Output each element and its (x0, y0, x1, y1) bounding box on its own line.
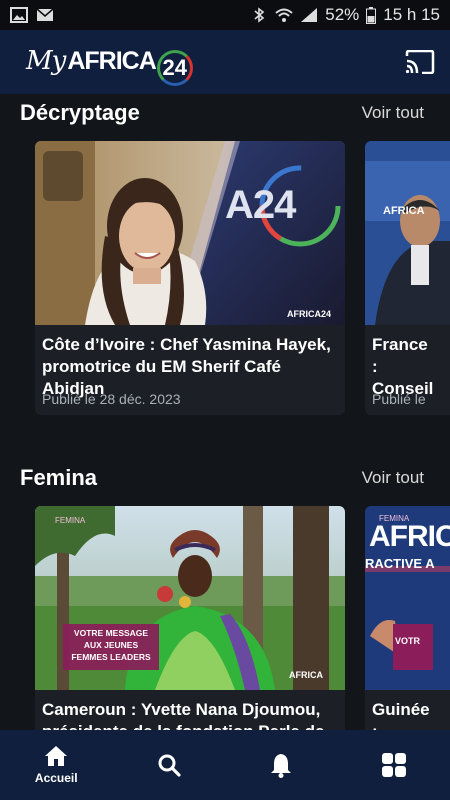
watermark: AFRICA (383, 205, 425, 217)
thumbnail-subheading: RACTIVE A (365, 556, 435, 571)
app-header: My AFRICA 24 (0, 30, 450, 94)
status-notifications (10, 7, 54, 23)
video-thumbnail: FEMINA AFRIC RACTIVE A VOTR (365, 506, 450, 690)
mail-notification-icon (36, 8, 54, 21)
signal-icon (301, 8, 318, 22)
section-decryptage: Décryptage Voir tout A24 AFRICA24 Côte d… (0, 94, 450, 434)
bluetooth-icon (254, 7, 265, 23)
watermark: AFRICA24 (286, 309, 331, 319)
see-all-link[interactable]: Voir tout (362, 468, 424, 488)
see-all-link[interactable]: Voir tout (362, 103, 424, 123)
video-thumbnail: A24 AFRICA24 (35, 141, 345, 325)
nav-notifications[interactable] (225, 730, 338, 800)
logo-my: My (26, 46, 66, 76)
nav-home[interactable]: Accueil (0, 730, 113, 800)
section-femina: Femina Voir tout FEMINA VOTRE MESSAGE AU… (0, 459, 450, 780)
cast-icon (405, 50, 435, 74)
bell-icon (271, 754, 292, 778)
thumbnail-image (365, 141, 450, 325)
search-icon (158, 754, 181, 777)
image-notification-icon (10, 7, 28, 23)
thumbnail-overlay-text: VOTR (395, 636, 421, 646)
myafrica24-logo[interactable]: My AFRICA 24 (26, 44, 193, 86)
logo-24: 24 (156, 50, 193, 86)
bottom-navigation: Accueil (0, 730, 450, 800)
video-card[interactable]: AFRICA France : Conseil Publié le (365, 141, 450, 415)
femina-tag: FEMINA (55, 516, 86, 525)
wifi-icon (275, 8, 293, 22)
home-icon (45, 746, 68, 766)
video-thumbnail: AFRICA (365, 141, 450, 325)
cast-button[interactable] (404, 48, 436, 76)
section-title: Femina (20, 465, 98, 490)
status-bar: 52% 15 h 15 (0, 0, 450, 30)
video-card[interactable]: A24 AFRICA24 Côte d’Ivoire : Chef Yasmin… (35, 141, 345, 415)
nav-home-label: Accueil (34, 771, 78, 785)
thumbnail-overlay-text: VOTRE MESSAGE AUX JEUNES FEMMES LEADERS (71, 628, 151, 662)
battery-icon (366, 6, 377, 24)
clock: 15 h 15 (383, 5, 440, 24)
nav-menu[interactable] (338, 730, 450, 800)
video-carousel[interactable]: A24 AFRICA24 Côte d’Ivoire : Chef Yasmin… (35, 141, 450, 421)
watermark: AFRICA (289, 670, 323, 680)
video-thumbnail: FEMINA VOTRE MESSAGE AUX JEUNES FEMMES L… (35, 506, 345, 690)
thumbnail-image (35, 141, 345, 325)
grid-icon (381, 753, 406, 777)
brand-badge: A24 (225, 183, 296, 227)
thumbnail-heading: AFRIC (369, 520, 450, 553)
publish-date: Publié le (372, 391, 426, 407)
battery-percent: 52% (325, 5, 360, 24)
status-system: 52% 15 h 15 (250, 5, 440, 25)
section-title: Décryptage (20, 100, 140, 125)
logo-africa: AFRICA (67, 47, 156, 75)
publish-date: Publié le 28 déc. 2023 (42, 391, 181, 407)
nav-search[interactable] (113, 730, 226, 800)
